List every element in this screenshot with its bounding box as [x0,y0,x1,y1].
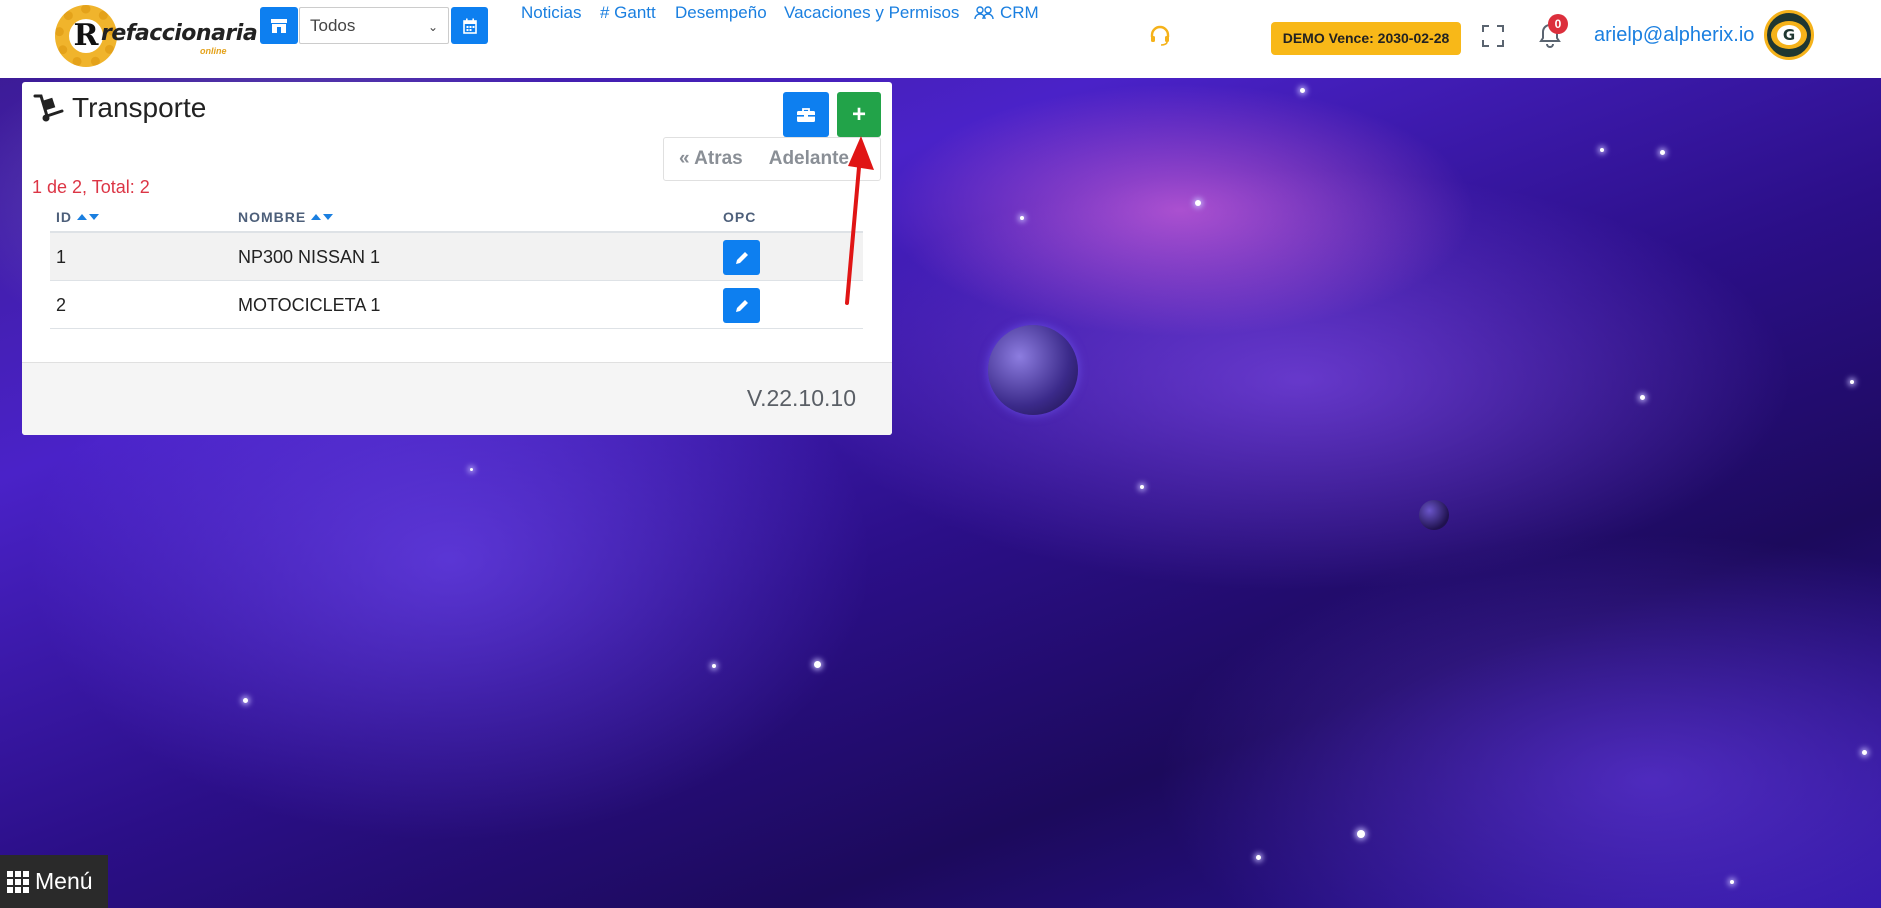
version-label: V.22.10.10 [746,385,856,411]
nav-link-noticias[interactable]: Noticias [521,3,581,23]
cell-nombre: MOTOCICLETA 1 [238,295,381,315]
star [1020,216,1024,220]
toolbox-button[interactable] [783,92,829,137]
company-logo[interactable]: R refaccionaria online [55,5,258,70]
page-title: Transporte [72,92,207,123]
chevron-down-icon: ⌄ [427,20,438,34]
store-icon [271,18,287,33]
toolbox-icon [797,107,815,122]
calendar-icon [462,18,477,34]
star [712,664,716,668]
column-header-opc-label: OPC [723,209,757,225]
nav-link-crm[interactable]: CRM [974,3,1039,23]
star [1600,148,1604,152]
cell-id: 2 [56,295,67,315]
card-footer: V.22.10.10 [22,362,892,435]
logo-sub-text: online [200,46,227,56]
sort-icon[interactable] [77,214,99,220]
star [1357,830,1365,838]
store-select-value: Todos [310,16,356,35]
top-bar: R refaccionaria online Todos ⌄ Noticias … [0,0,1881,78]
record-count: 1 de 2, Total: 2 [32,177,150,197]
users-cog-icon [974,6,994,20]
nav-link-crm-label: CRM [1000,3,1039,22]
fullscreen-icon[interactable] [1482,25,1504,47]
store-button[interactable] [260,7,298,44]
star [1640,395,1645,400]
dolly-icon [33,94,64,122]
star [814,661,821,668]
star [1730,880,1734,884]
column-header-nombre-label: NOMBRE [238,209,307,225]
sort-icon[interactable] [311,214,334,220]
headset-icon[interactable] [1149,24,1171,46]
column-header-nombre[interactable]: NOMBRE [238,209,334,225]
menu-button[interactable]: Menú [0,855,108,908]
pager-back-link[interactable]: « Atras [679,148,743,170]
planet-large [988,325,1078,415]
annotation-arrow-icon [845,136,874,305]
column-header-id-label: ID [56,209,72,225]
apps-grid-icon [7,870,29,893]
column-header-opc: OPC [723,209,756,225]
star [1195,200,1201,206]
nav-link-desempeno[interactable]: Desempeño [675,3,767,23]
table-row: 1 NP300 NISSAN 1 [50,233,863,281]
pencil-icon [735,251,748,264]
star [470,468,473,471]
menu-button-label: Menú [35,868,93,894]
star [1256,855,1261,860]
logo-letter: R [69,19,103,53]
planet-small [1419,500,1449,530]
logo-brand-text: refaccionaria [101,21,258,46]
star [1850,380,1854,384]
edit-button[interactable] [723,240,760,275]
calendar-button[interactable] [451,7,488,44]
pencil-icon [735,299,748,312]
edit-button[interactable] [723,288,760,323]
star [1300,88,1305,93]
star [1862,750,1867,755]
nav-link-vacaciones[interactable]: Vacaciones y Permisos [784,3,959,23]
transport-table: ID NOMBRE OPC 1 NP300 NISSAN 1 2 MOTOCIC… [50,200,863,329]
avatar-letter: G [1777,25,1801,45]
card-header: Transporte [32,92,206,124]
demo-expiry-badge: DEMO Vence: 2030-02-28 [1271,22,1461,55]
nav-link-gantt[interactable]: # Gantt [600,3,656,23]
notification-count-badge: 0 [1548,14,1568,34]
store-select[interactable]: Todos ⌄ [299,7,449,44]
avatar[interactable]: G [1764,10,1814,60]
user-email-link[interactable]: arielp@alpherix.io [1594,24,1754,47]
cell-id: 1 [56,247,67,267]
star [1660,150,1665,155]
star [1140,485,1144,489]
cell-nombre: NP300 NISSAN 1 [238,247,381,267]
table-row: 2 MOTOCICLETA 1 [50,281,863,329]
star [243,698,248,703]
column-header-id[interactable]: ID [56,209,99,225]
transporte-card: Transporte + « Atras Adelante 1 de 2, To… [22,82,892,435]
table-header: ID NOMBRE OPC [50,200,863,233]
